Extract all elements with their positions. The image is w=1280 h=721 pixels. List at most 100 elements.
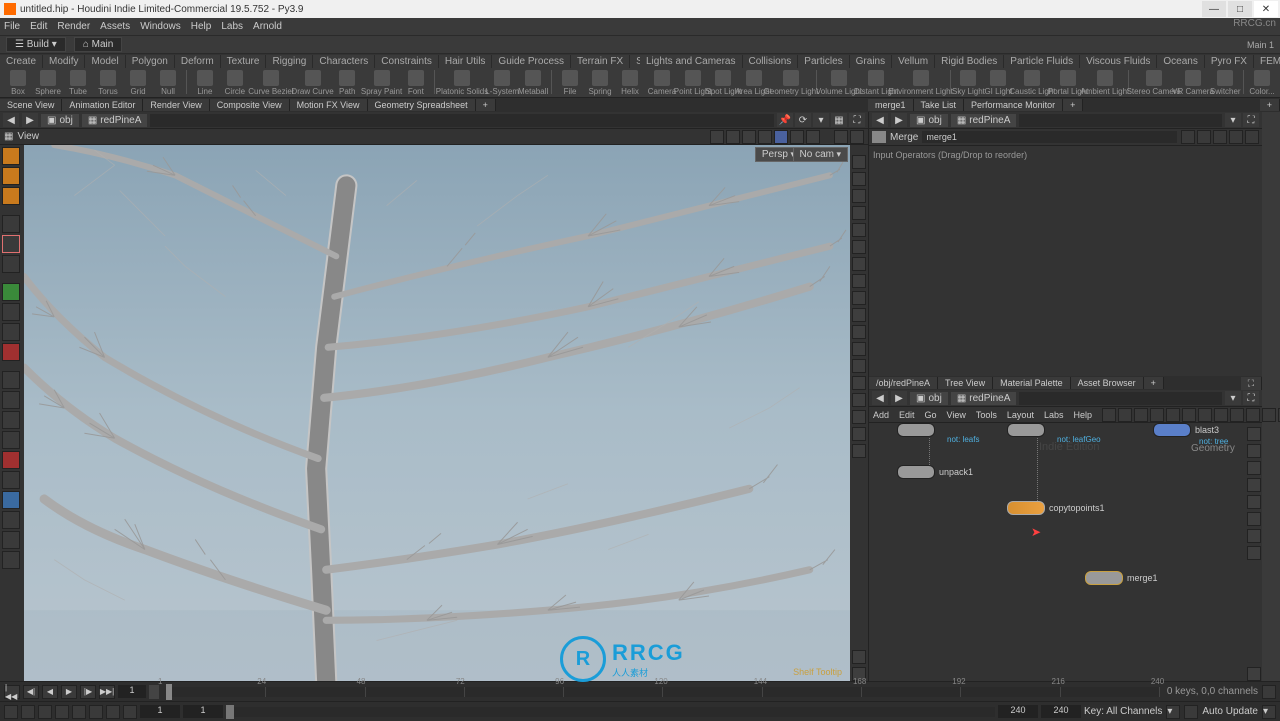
pane-tab-add-right[interactable]: + [1260, 99, 1280, 111]
pane-tab-add[interactable]: + [1063, 99, 1083, 111]
shelf-volume-light[interactable]: Volume Light [821, 70, 857, 96]
net-tool[interactable] [1182, 408, 1196, 422]
play-button[interactable]: ▶ [61, 685, 77, 699]
shelf-tab[interactable]: Grains [850, 55, 892, 68]
path-input[interactable] [1019, 392, 1222, 405]
pane-tab-anim-editor[interactable]: Animation Editor [62, 99, 143, 111]
net-tab-add[interactable]: + [1144, 377, 1164, 389]
tool-btn[interactable] [2, 283, 20, 301]
tool-btn[interactable] [2, 411, 20, 429]
breadcrumb-node[interactable]: ▦redPineA [951, 114, 1017, 127]
node-blast-top[interactable] [897, 423, 935, 437]
snap-btn[interactable] [852, 155, 866, 169]
shelf-curve-bezier[interactable]: Curve Bezier [251, 70, 292, 96]
shelf-tab[interactable]: Polygon [126, 55, 175, 68]
node-blast-top2[interactable] [1007, 423, 1045, 437]
view-tool-btn[interactable] [834, 130, 848, 144]
more-icon[interactable]: ▾ [1225, 391, 1241, 405]
net-menu-view[interactable]: View [947, 410, 966, 420]
layout-icon[interactable]: ▦ [831, 113, 847, 127]
shelf-metaball[interactable]: Metaball [519, 70, 547, 96]
net-menu-go[interactable]: Go [925, 410, 937, 420]
range-end-b[interactable]: 240 [1041, 705, 1081, 718]
view-label[interactable]: View [17, 131, 39, 142]
forward-button[interactable]: ▶ [891, 391, 907, 405]
shelf-line[interactable]: Line [191, 70, 219, 96]
tool-btn[interactable] [2, 431, 20, 449]
bb-btn[interactable] [38, 705, 52, 719]
net-tool[interactable] [1247, 444, 1261, 458]
view-tool-btn[interactable] [726, 130, 740, 144]
tool-btn[interactable] [2, 511, 20, 529]
net-tool[interactable] [1247, 461, 1261, 475]
tool-lock[interactable] [2, 235, 20, 253]
shelf-portal-light[interactable]: Portal Light [1052, 70, 1083, 96]
view-tool-btn[interactable] [790, 130, 804, 144]
first-frame-button[interactable]: |◀◀ [4, 685, 20, 699]
menu-arnold[interactable]: Arnold [253, 21, 282, 32]
tool-btn[interactable] [2, 451, 20, 469]
net-tab-tree-view[interactable]: Tree View [938, 377, 993, 389]
back-button[interactable]: ◀ [872, 113, 888, 127]
shelf-spray-paint[interactable]: Spray Paint [363, 70, 400, 96]
net-tool[interactable] [1198, 408, 1212, 422]
pane-tab-perf-monitor[interactable]: Performance Monitor [964, 99, 1063, 111]
menu-icon[interactable]: ▾ [813, 113, 829, 127]
net-tool[interactable] [1118, 408, 1132, 422]
net-tool[interactable] [1247, 427, 1261, 441]
view-tool-btn[interactable] [710, 130, 724, 144]
bb-btn[interactable] [4, 705, 18, 719]
shelf-gi-light[interactable]: GI Light [984, 70, 1012, 96]
tool-btn[interactable] [2, 343, 20, 361]
view-tool-btn[interactable] [850, 130, 864, 144]
tool-btn[interactable] [2, 323, 20, 341]
back-button[interactable]: ◀ [3, 113, 19, 127]
shelf-switcher[interactable]: Switcher [1211, 70, 1239, 96]
net-menu-add[interactable]: Add [873, 410, 889, 420]
prev-key-button[interactable]: ◀| [23, 685, 39, 699]
breadcrumb-obj[interactable]: ▣obj [910, 114, 948, 127]
snap-btn[interactable] [852, 291, 866, 305]
shelf-color[interactable]: Color... [1248, 70, 1276, 96]
shelf-vr-camera[interactable]: VR Camera [1177, 70, 1209, 96]
viewport-canvas[interactable]: Persp ▾ No cam ▾ Shelf Tooltip [24, 145, 850, 681]
shelf-tab[interactable]: Lights and Cameras [640, 55, 743, 68]
breadcrumb-node[interactable]: ▦redPineA [82, 114, 148, 127]
view-tool-btn[interactable] [774, 130, 788, 144]
tool-btn[interactable] [2, 491, 20, 509]
shelf-tab[interactable]: Constraints [375, 55, 439, 68]
shelf-platonic[interactable]: Platonic Solids [439, 70, 485, 96]
tool-btn[interactable] [2, 371, 20, 389]
snap-btn[interactable] [852, 444, 866, 458]
expand-icon[interactable]: ⛶ [849, 113, 865, 127]
menu-labs[interactable]: Labs [221, 21, 243, 32]
shelf-stereo-camera[interactable]: Stereo Camera [1133, 70, 1175, 96]
close-button[interactable]: ✕ [1254, 1, 1278, 17]
shelf-font[interactable]: Font [402, 70, 430, 96]
net-tab-material-palette[interactable]: Material Palette [993, 377, 1071, 389]
shelf-tab[interactable]: Viscous Fluids [1080, 55, 1157, 68]
snap-btn[interactable] [852, 359, 866, 373]
shelf-tab[interactable]: Terrain FX [571, 55, 630, 68]
net-tab-asset-browser[interactable]: Asset Browser [1071, 377, 1144, 389]
node-blast3[interactable]: blast3 [1153, 423, 1219, 437]
tool-btn[interactable] [2, 551, 20, 569]
node-unpack1[interactable]: unpack1 [897, 465, 973, 479]
snap-btn[interactable] [852, 427, 866, 441]
pane-tab-render-view[interactable]: Render View [143, 99, 209, 111]
net-tool[interactable] [1247, 529, 1261, 543]
net-tool[interactable] [1247, 478, 1261, 492]
shelf-tab[interactable]: Simple FX [630, 55, 640, 68]
net-tool[interactable] [1150, 408, 1164, 422]
playhead[interactable] [166, 684, 172, 700]
network-dropdown[interactable]: ⌂ Main [74, 37, 123, 52]
snap-btn[interactable] [852, 342, 866, 356]
bb-btn[interactable] [55, 705, 69, 719]
shelf-tab[interactable]: Create [0, 55, 43, 68]
breadcrumb-obj[interactable]: ▣obj [910, 392, 948, 405]
snap-btn[interactable] [852, 206, 866, 220]
net-tab-path[interactable]: /obj/redPineA [869, 377, 938, 389]
net-tool[interactable] [1247, 512, 1261, 526]
bb-menu-icon[interactable]: ▾ [1166, 705, 1180, 719]
range-start-b[interactable]: 1 [183, 705, 223, 718]
